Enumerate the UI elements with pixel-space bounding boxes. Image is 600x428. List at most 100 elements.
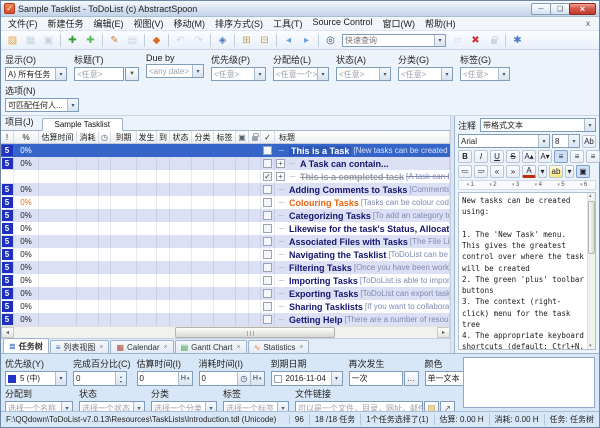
underline-button[interactable]: U — [490, 150, 504, 163]
task-checkbox[interactable] — [263, 276, 272, 285]
title-cell[interactable]: +─This is a completed task[A task can be… — [275, 170, 450, 183]
chevron-down-icon[interactable] — [498, 68, 509, 80]
font-size-combo[interactable]: 8 — [552, 134, 580, 148]
title-filter-options-button[interactable] — [125, 67, 139, 81]
task-checkbox[interactable] — [263, 263, 272, 272]
column-header[interactable]: ◷ — [99, 131, 111, 143]
maximize-button[interactable] — [550, 3, 570, 15]
chevron-down-icon[interactable] — [568, 135, 579, 147]
horizontal-scrollbar[interactable] — [1, 326, 450, 338]
column-header[interactable]: ! — [1, 131, 14, 143]
menu-item[interactable]: 视图(V) — [129, 16, 169, 31]
chevron-down-icon[interactable] — [331, 372, 342, 385]
font-dialog-button[interactable]: Ab — [582, 135, 596, 148]
task-checkbox[interactable] — [263, 302, 272, 311]
scrollbar-thumb[interactable] — [588, 201, 595, 254]
column-header[interactable]: ▣ — [236, 131, 249, 143]
next-task-icon[interactable]: ▸ — [298, 32, 315, 48]
menu-item[interactable]: 排序方式(S) — [210, 16, 268, 31]
filter-combo[interactable]: <任意> — [211, 67, 266, 81]
filter-options-combo[interactable]: 可匹配任何人... — [5, 98, 79, 112]
filter-combo[interactable]: <any date> — [146, 64, 204, 78]
vertical-scrollbar[interactable] — [587, 193, 595, 349]
shrink-font-button[interactable]: A▾ — [538, 150, 552, 163]
indent-button[interactable]: » — [506, 165, 520, 178]
menu-item[interactable]: 帮助(H) — [420, 16, 461, 31]
wordwrap-button[interactable]: ▣ — [576, 165, 590, 178]
task-checkbox[interactable] — [263, 198, 272, 207]
recurrence-options-button[interactable]: … — [404, 371, 419, 386]
filter-combo[interactable]: <任意> — [336, 67, 391, 81]
task-row[interactable]: 50%─This is a Task[New tasks can be crea… — [1, 144, 450, 157]
filter-combo[interactable]: <任意> — [460, 67, 510, 81]
task-row[interactable]: 50%─Navigating the Tasklist[ToDoList can… — [1, 248, 450, 261]
prev-task-icon[interactable]: ◂ — [280, 32, 297, 48]
scroll-left-icon[interactable] — [1, 327, 14, 338]
task-checkbox[interactable] — [263, 159, 272, 168]
title-cell[interactable]: ─Categorizing Tasks[To add an category t… — [275, 209, 450, 222]
chevron-down-icon[interactable] — [55, 372, 66, 385]
title-cell[interactable]: ─Adding Comments to Tasks[Comments are e… — [275, 183, 450, 196]
title-cell[interactable]: ─Colouring Tasks[Tasks can be colour cod… — [275, 196, 450, 209]
task-row[interactable]: 50%─Colouring Tasks[Tasks can be colour … — [1, 196, 450, 209]
close-button[interactable] — [569, 3, 596, 15]
chevron-down-icon[interactable] — [538, 135, 549, 147]
column-header[interactable] — [249, 131, 261, 143]
attr-time2[interactable]: 0◷H — [199, 371, 265, 386]
align-center-button[interactable]: ≡ — [570, 150, 584, 163]
column-header[interactable]: 标签 — [214, 131, 236, 143]
task-checkbox[interactable] — [263, 211, 272, 220]
title-cell[interactable]: ─Likewise for the task's Status, Allocat… — [275, 222, 450, 235]
column-header[interactable]: 估算时间 — [39, 131, 77, 143]
task-row[interactable]: 50%─Exporting Tasks[ToDoList can export … — [1, 287, 450, 300]
bold-button[interactable]: B — [458, 150, 472, 163]
title-cell[interactable]: ─Navigating the Tasklist[ToDoList can be… — [275, 248, 450, 261]
close-icon[interactable]: × — [237, 344, 241, 351]
tab-任务树[interactable]: ≣任务树 — [3, 338, 49, 354]
bullet-list-button[interactable]: ≔ — [458, 165, 472, 178]
scroll-right-icon[interactable] — [437, 327, 450, 338]
task-checkbox[interactable] — [263, 315, 272, 324]
title-cell[interactable]: ─Exporting Tasks[ToDoList can export tas… — [275, 287, 450, 300]
column-header[interactable]: 发生 — [137, 131, 157, 143]
task-row[interactable]: 50%─Adding Comments to Tasks[Comments ar… — [1, 183, 450, 196]
highlight-dropdown[interactable]: ▾ — [565, 165, 574, 178]
align-left-button[interactable]: ≡ — [554, 150, 568, 163]
title-cell[interactable]: ─Getting Help[There are a number of reso… — [275, 313, 450, 326]
task-comment-edit-box[interactable] — [463, 357, 595, 408]
attr-ellipsis[interactable]: 一次 — [349, 371, 403, 386]
menu-item[interactable]: 窗口(W) — [378, 16, 421, 31]
column-header[interactable]: % — [14, 131, 39, 143]
column-header[interactable]: ✓ — [261, 131, 275, 143]
expand-icon[interactable]: + — [276, 172, 285, 181]
task-row[interactable]: 50%─Getting Help[There are a number of r… — [1, 313, 450, 326]
attr-priority[interactable]: 5 (中) — [5, 371, 67, 386]
preferences-icon[interactable]: ✱ — [509, 32, 526, 48]
align-right-button[interactable]: ≡ — [586, 150, 600, 163]
attr-date[interactable]: 2016-11-04 — [271, 371, 343, 386]
scrollbar-track[interactable] — [14, 327, 437, 338]
attr-spin[interactable]: 0 — [73, 371, 127, 386]
edit-task-icon[interactable]: ✎ — [106, 32, 123, 48]
font-color-dropdown[interactable]: ▾ — [538, 165, 547, 178]
time-unit-dropdown[interactable]: H — [250, 372, 264, 385]
project-tab[interactable]: Sample Tasklist — [42, 118, 123, 131]
task-row[interactable]: 50%─Filtering Tasks[Once you have been w… — [1, 261, 450, 274]
chevron-down-icon[interactable] — [584, 119, 595, 131]
close-icon[interactable]: × — [299, 344, 303, 351]
menu-item[interactable]: 新建任务 — [43, 16, 89, 31]
new-subtask-icon[interactable]: ✚ — [82, 32, 99, 48]
highlight-button[interactable]: ab — [549, 165, 563, 178]
task-row[interactable]: 50%─Importing Tasks[ToDoList is able to … — [1, 274, 450, 287]
menubar-close-icon[interactable]: x — [579, 19, 597, 28]
font-color-button[interactable]: A — [522, 165, 536, 178]
find-tasks-icon[interactable]: ◎ — [322, 32, 339, 48]
menu-item[interactable]: 文件(F) — [3, 16, 43, 31]
column-header[interactable]: 到期 — [111, 131, 137, 143]
filter-combo[interactable]: A) 所有任务 — [5, 67, 67, 81]
task-row[interactable]: 50%─Categorizing Tasks[To add an categor… — [1, 209, 450, 222]
title-cell[interactable]: ─This is a Task[New tasks can be created… — [275, 144, 450, 157]
title-cell[interactable]: ─Associated Files with Tasks[The File Li… — [275, 235, 450, 248]
column-header[interactable]: 状态 — [170, 131, 192, 143]
spin-buttons[interactable] — [115, 372, 126, 385]
